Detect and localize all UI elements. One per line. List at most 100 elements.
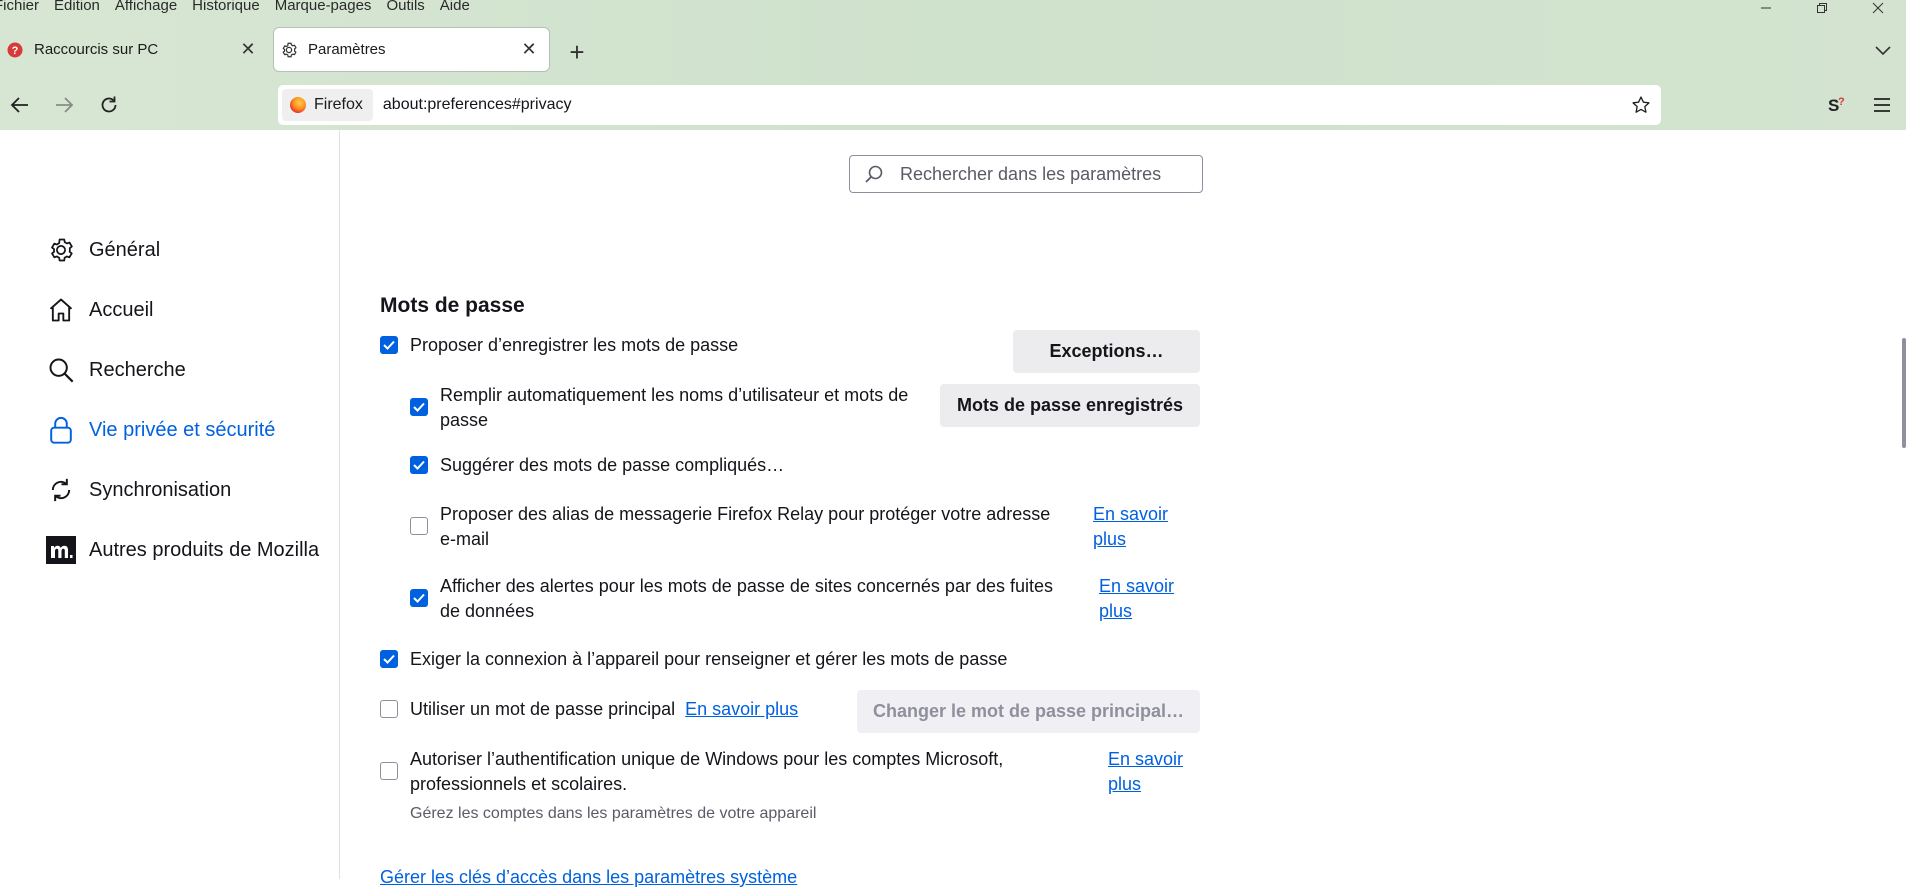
exceptions-button[interactable]: Exceptions… xyxy=(1013,330,1200,373)
link-line2: plus xyxy=(1099,601,1133,621)
autofill-logins-line1: Remplir automatiquement les noms d’utili… xyxy=(440,385,909,405)
sso-line1: Autoriser l’authentification unique de W… xyxy=(410,749,1004,769)
primary-password-row: Utiliser un mot de passe principal En sa… xyxy=(380,697,798,722)
category-synchronisation[interactable]: Synchronisation xyxy=(46,470,231,510)
primary-password-label[interactable]: Utiliser un mot de passe principal xyxy=(410,697,675,722)
breach-line2: de données xyxy=(440,601,535,621)
question-favicon-icon: ? xyxy=(6,41,24,59)
menu-edition[interactable]: Edition xyxy=(54,0,100,14)
relay-label[interactable]: Proposer des alias de messagerie Firefox… xyxy=(440,502,1050,552)
bookmark-star-icon[interactable] xyxy=(1629,93,1653,117)
primary-password-checkbox[interactable] xyxy=(380,700,398,718)
search-icon xyxy=(864,163,886,185)
suggest-passwords-label[interactable]: Suggérer des mots de passe compliqués… xyxy=(440,453,784,478)
minimize-icon[interactable] xyxy=(1738,0,1794,16)
close-tab-icon[interactable]: ✕ xyxy=(236,38,260,62)
url-bar[interactable]: Firefox about:preferences#privacy xyxy=(278,85,1661,125)
autofill-logins-checkbox[interactable] xyxy=(410,398,428,416)
page-scrollbar-thumb[interactable] xyxy=(1902,338,1906,448)
breach-alerts-checkbox[interactable] xyxy=(410,589,428,607)
settings-search-box[interactable] xyxy=(849,155,1203,193)
suggest-passwords-row: Suggérer des mots de passe compliqués… xyxy=(410,453,784,478)
breach-learn-more: En savoir plus xyxy=(1099,574,1174,624)
menu-fichier[interactable]: Fichier xyxy=(0,0,39,14)
list-all-tabs-chevron-icon[interactable] xyxy=(1870,38,1896,64)
section-title-mots-de-passe: Mots de passe xyxy=(380,294,525,317)
category-autres-produits-mozilla[interactable]: Autres produits de Mozilla xyxy=(46,530,319,570)
settings-search-input[interactable] xyxy=(898,162,1182,186)
svg-text:?: ? xyxy=(12,45,19,57)
browser-chrome: Fichier Edition Affichage Historique Mar… xyxy=(0,0,1906,130)
saved-logins-button[interactable]: Mots de passe enregistrés xyxy=(940,384,1200,427)
os-auth-label[interactable]: Exiger la connexion à l’appareil pour re… xyxy=(410,647,1007,672)
menu-outils[interactable]: Outils xyxy=(386,0,424,14)
forward-arrow-icon[interactable] xyxy=(48,89,80,121)
tab-title: Raccourcis sur PC xyxy=(34,41,159,58)
menu-marque-pages[interactable]: Marque-pages xyxy=(275,0,372,14)
menu-affichage[interactable]: Affichage xyxy=(115,0,177,14)
tab-title: Paramètres xyxy=(308,41,386,58)
menu-aide[interactable]: Aide xyxy=(440,0,470,14)
tab-parametres[interactable]: Paramètres ✕ xyxy=(274,28,549,71)
close-tab-icon[interactable]: ✕ xyxy=(517,38,541,62)
category-vie-privee-securite[interactable]: Vie privée et sécurité xyxy=(46,410,275,450)
category-label: Général xyxy=(89,238,161,261)
sync-icon xyxy=(46,475,76,505)
link-line1: En savoir xyxy=(1108,749,1184,769)
url-text[interactable]: about:preferences#privacy xyxy=(383,96,572,114)
suggest-passwords-checkbox[interactable] xyxy=(410,456,428,474)
back-arrow-icon[interactable] xyxy=(4,89,36,121)
category-accueil[interactable]: Accueil xyxy=(46,290,153,330)
restore-icon[interactable] xyxy=(1794,0,1850,16)
extension-s-icon[interactable]: S? xyxy=(1820,89,1852,121)
windows-sso-row: Autoriser l’authentification unique de W… xyxy=(380,747,1003,797)
manage-passkeys-link[interactable]: Gérer les clés d’accès dans les paramètr… xyxy=(380,865,797,890)
breach-learn-more-link[interactable]: En savoir plus xyxy=(1099,574,1174,624)
sidebar-separator xyxy=(339,130,340,879)
relay-line1: Proposer des alias de messagerie Firefox… xyxy=(440,504,1051,524)
home-icon xyxy=(46,295,76,325)
autofill-logins-row: Remplir automatiquement les noms d’utili… xyxy=(410,383,908,433)
breach-line1: Afficher des alertes pour les mots de pa… xyxy=(440,576,1053,596)
relay-learn-more: En savoir plus xyxy=(1093,502,1168,552)
windows-sso-label[interactable]: Autoriser l’authentification unique de W… xyxy=(410,747,1003,797)
os-auth-checkbox[interactable] xyxy=(380,650,398,668)
firefox-logo-icon xyxy=(290,97,306,113)
window-controls xyxy=(1738,0,1906,16)
category-recherche[interactable]: Recherche xyxy=(46,350,186,390)
mozilla-icon xyxy=(46,535,76,565)
primary-password-learn-more-link[interactable]: En savoir plus xyxy=(685,697,798,722)
menu-historique[interactable]: Historique xyxy=(192,0,260,14)
gear-icon xyxy=(280,41,298,59)
category-label: Vie privée et sécurité xyxy=(89,418,276,441)
tab-raccourcis[interactable]: ? Raccourcis sur PC ✕ xyxy=(0,28,268,71)
windows-sso-checkbox[interactable] xyxy=(380,762,398,780)
identity-label: Firefox xyxy=(314,96,363,113)
breach-alerts-label[interactable]: Afficher des alertes pour les mots de pa… xyxy=(440,574,1053,624)
preferences-content: Général Accueil Recherche Vie privée et … xyxy=(0,130,1906,887)
relay-learn-more-link[interactable]: En savoir plus xyxy=(1093,502,1168,552)
offer-save-passwords-checkbox[interactable] xyxy=(380,336,398,354)
autofill-logins-label[interactable]: Remplir automatiquement les noms d’utili… xyxy=(440,383,908,433)
category-label: Recherche xyxy=(89,358,186,381)
svg-text:?: ? xyxy=(1838,96,1845,108)
category-general[interactable]: Général xyxy=(46,230,160,270)
link-line1: En savoir xyxy=(1093,504,1169,524)
breach-alerts-row: Afficher des alertes pour les mots de pa… xyxy=(410,574,1053,624)
link-line2: plus xyxy=(1093,529,1127,549)
category-label: Autres produits de Mozilla xyxy=(89,538,320,561)
relay-line2: e-mail xyxy=(440,529,490,549)
hamburger-menu-icon[interactable] xyxy=(1866,89,1898,121)
relay-checkbox[interactable] xyxy=(410,517,428,535)
change-primary-password-button[interactable]: Changer le mot de passe principal… xyxy=(857,690,1200,733)
sso-note: Gérez les comptes dans les paramètres de… xyxy=(410,805,817,822)
new-tab-plus-icon[interactable]: + xyxy=(563,38,591,66)
close-window-icon[interactable] xyxy=(1850,0,1906,16)
link-line2: plus xyxy=(1108,774,1142,794)
identity-box[interactable]: Firefox xyxy=(282,89,373,121)
offer-save-passwords-label[interactable]: Proposer d’enregistrer les mots de passe xyxy=(410,333,738,358)
reload-icon[interactable] xyxy=(93,89,125,121)
sso-learn-more-link[interactable]: En savoir plus xyxy=(1108,747,1183,797)
navigation-bar: Firefox about:preferences#privacy S? xyxy=(0,81,1906,130)
autofill-logins-line2: passe xyxy=(440,410,489,430)
